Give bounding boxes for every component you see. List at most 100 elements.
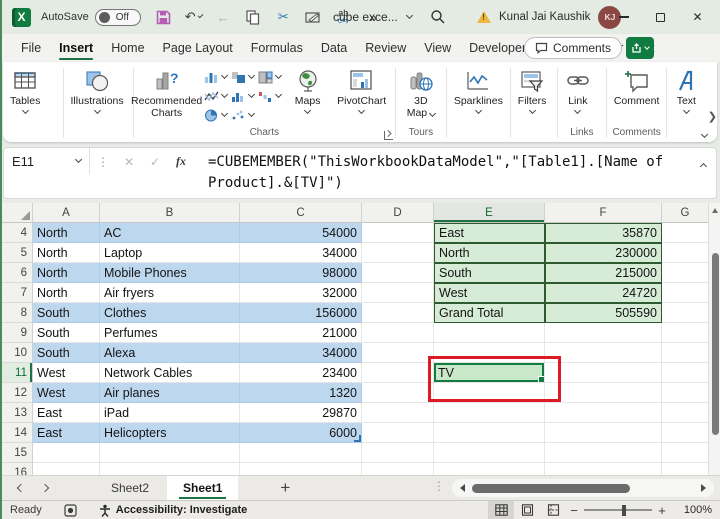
illustrations-button[interactable]: Illustrations xyxy=(64,62,131,113)
column-header-E[interactable]: E xyxy=(434,203,545,223)
cancel-icon[interactable]: ✕ xyxy=(116,153,142,170)
cut-icon[interactable]: ✂ xyxy=(275,9,292,26)
row-header-15[interactable]: 15 xyxy=(0,443,33,463)
cell-E8[interactable]: Grand Total xyxy=(434,303,545,323)
horizontal-scrollbar[interactable] xyxy=(452,479,714,497)
document-title[interactable]: cube exce... xyxy=(333,10,412,24)
cell-D8[interactable] xyxy=(362,303,434,323)
ribbon-tab-insert[interactable]: Insert xyxy=(50,36,102,60)
comments-button[interactable]: Comments xyxy=(524,37,622,59)
excel-app-icon[interactable]: X xyxy=(12,8,31,27)
cell-G4[interactable] xyxy=(662,223,708,243)
cell-A8[interactable]: South xyxy=(33,303,100,323)
page-layout-view-button[interactable] xyxy=(514,501,540,519)
insert-area-chart-button[interactable] xyxy=(231,70,254,84)
sheet-tab-sheet1[interactable]: Sheet1 xyxy=(167,476,238,500)
row-header-10[interactable]: 10 xyxy=(0,343,33,363)
scroll-up-icon[interactable] xyxy=(712,208,718,213)
cell-E14[interactable] xyxy=(434,423,545,443)
vertical-scrollbar[interactable] xyxy=(708,203,720,475)
row-header-4[interactable]: 4 xyxy=(0,223,33,243)
horizontal-scroll-thumb[interactable] xyxy=(472,484,630,493)
cell-B12[interactable]: Air planes xyxy=(100,383,240,403)
ribbon-tab-review[interactable]: Review xyxy=(356,36,415,60)
insert-hierarchy-chart-button[interactable] xyxy=(258,70,281,84)
cell-A4[interactable]: North xyxy=(33,223,100,243)
copy-icon[interactable] xyxy=(245,9,262,26)
insert-pie-chart-button[interactable] xyxy=(204,108,227,122)
column-header-F[interactable]: F xyxy=(545,203,662,223)
vertical-scroll-thumb[interactable] xyxy=(712,253,719,435)
cell-G10[interactable] xyxy=(662,343,708,363)
row-header-6[interactable]: 6 xyxy=(0,263,33,283)
cell-B8[interactable]: Clothes xyxy=(100,303,240,323)
column-header-D[interactable]: D xyxy=(362,203,434,223)
zoom-level[interactable]: 100% xyxy=(678,504,712,516)
cell-C10[interactable]: 34000 xyxy=(240,343,362,363)
insert-waterfall-chart-button[interactable] xyxy=(258,89,281,103)
cell-F8[interactable]: 505590 xyxy=(545,303,662,323)
cell-A10[interactable]: South xyxy=(33,343,100,363)
accessibility-status[interactable]: Accessibility: Investigate xyxy=(116,504,247,516)
enter-icon[interactable]: ✓ xyxy=(142,153,168,170)
cell-C9[interactable]: 21000 xyxy=(240,323,362,343)
row-header-9[interactable]: 9 xyxy=(0,323,33,343)
zoom-in-button[interactable]: + xyxy=(654,503,670,518)
cell-G16[interactable] xyxy=(662,463,708,475)
ribbon-tab-view[interactable]: View xyxy=(415,36,460,60)
search-icon[interactable] xyxy=(430,9,446,30)
minimize-button[interactable] xyxy=(605,0,642,34)
cell-A6[interactable]: North xyxy=(33,263,100,283)
cell-A7[interactable]: North xyxy=(33,283,100,303)
accessibility-icon[interactable] xyxy=(99,504,111,517)
cell-C7[interactable]: 32000 xyxy=(240,283,362,303)
ribbon-tab-formulas[interactable]: Formulas xyxy=(242,36,312,60)
column-header-A[interactable]: A xyxy=(33,203,100,223)
cell-F4[interactable]: 35870 xyxy=(545,223,662,243)
cell-D16[interactable] xyxy=(362,463,434,475)
scroll-left-icon[interactable] xyxy=(460,484,465,492)
sheet-options-icon[interactable]: ⋮ xyxy=(433,481,445,491)
cell-C13[interactable]: 29870 xyxy=(240,403,362,423)
zoom-slider[interactable] xyxy=(584,509,652,511)
sparklines-button[interactable]: Sparklines xyxy=(447,62,510,113)
cell-C14[interactable]: 6000 xyxy=(240,423,362,443)
cell-C5[interactable]: 34000 xyxy=(240,243,362,263)
cell-D10[interactable] xyxy=(362,343,434,363)
ribbon-overflow-icon[interactable]: ❯ xyxy=(708,110,717,123)
insert-line-chart-button[interactable] xyxy=(204,89,227,103)
ribbon-tab-file[interactable]: File xyxy=(12,36,50,60)
cell-G12[interactable] xyxy=(662,383,708,403)
cell-E9[interactable] xyxy=(434,323,545,343)
cell-A14[interactable]: East xyxy=(33,423,100,443)
next-sheet-icon[interactable] xyxy=(41,484,49,492)
cell-C15[interactable] xyxy=(240,443,362,463)
row-header-14[interactable]: 14 xyxy=(0,423,33,443)
cell-A5[interactable]: North xyxy=(33,243,100,263)
cell-B4[interactable]: AC xyxy=(100,223,240,243)
cell-B5[interactable]: Laptop xyxy=(100,243,240,263)
link-button[interactable]: Link xyxy=(558,62,598,113)
cell-A16[interactable] xyxy=(33,463,100,475)
cell-F9[interactable] xyxy=(545,323,662,343)
cell-C11[interactable]: 23400 xyxy=(240,363,362,383)
cell-C8[interactable]: 156000 xyxy=(240,303,362,323)
sheet-tab-sheet2[interactable]: Sheet2 xyxy=(93,476,167,500)
cell-B7[interactable]: Air fryers xyxy=(100,283,240,303)
cell-C16[interactable] xyxy=(240,463,362,475)
cell-D5[interactable] xyxy=(362,243,434,263)
cell-E5[interactable]: North xyxy=(434,243,545,263)
name-box[interactable]: E11 xyxy=(4,148,90,174)
cell-D9[interactable] xyxy=(362,323,434,343)
page-break-view-button[interactable] xyxy=(540,501,566,519)
cell-G8[interactable] xyxy=(662,303,708,323)
cell-A13[interactable]: East xyxy=(33,403,100,423)
cell-E6[interactable]: South xyxy=(434,263,545,283)
cell-F16[interactable] xyxy=(545,463,662,475)
comment-button[interactable]: Comment xyxy=(607,62,667,108)
pivotchart-button[interactable]: PivotChart xyxy=(331,62,393,113)
normal-view-button[interactable] xyxy=(488,501,514,519)
zoom-out-button[interactable]: − xyxy=(566,503,582,518)
select-all-corner[interactable] xyxy=(0,203,33,223)
cell-F10[interactable] xyxy=(545,343,662,363)
